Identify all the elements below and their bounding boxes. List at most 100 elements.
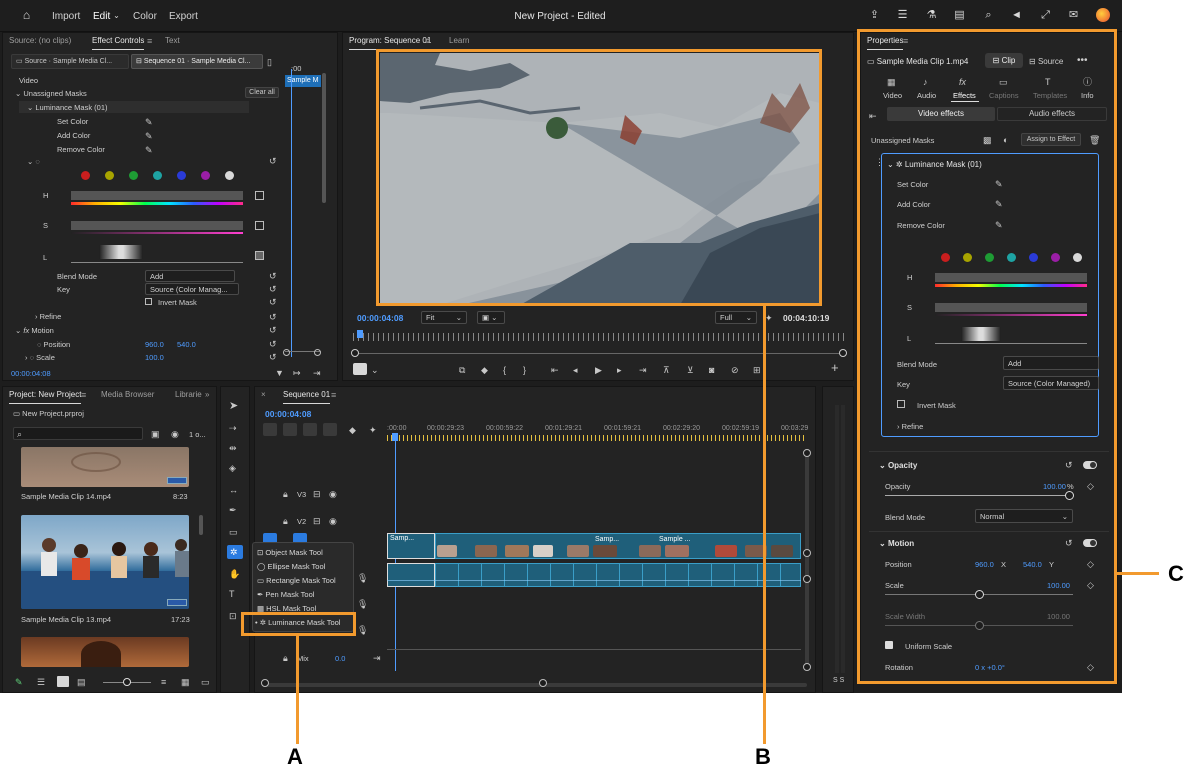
blend-mode-dropdown[interactable]: Add xyxy=(145,270,235,282)
selection-tool-icon[interactable]: ➤ xyxy=(229,401,238,412)
menu-icon[interactable]: ≡ xyxy=(147,33,152,49)
play-only-icon[interactable]: ↦ xyxy=(293,368,301,378)
tab-text[interactable]: Text xyxy=(165,33,180,49)
swatch-red[interactable] xyxy=(81,171,90,180)
swatch-green[interactable] xyxy=(129,171,138,180)
program-playhead[interactable] xyxy=(357,330,363,338)
timeline-ruler-ticks[interactable] xyxy=(387,435,805,441)
timeline-timecode[interactable]: 00:00:04:08 xyxy=(265,409,311,419)
lift-icon[interactable]: ⊼ xyxy=(663,365,670,375)
share-icon[interactable]: ⇪ xyxy=(868,9,881,22)
go-to-in-icon[interactable]: ⇤ xyxy=(551,365,559,375)
mark-in-icon[interactable]: { xyxy=(503,365,506,375)
linked-selection-button[interactable] xyxy=(283,423,297,436)
project-search-input[interactable]: ⌕ xyxy=(13,427,143,440)
reset-icon[interactable]: ↺ xyxy=(269,156,277,166)
menu-icon[interactable]: ≡ xyxy=(81,387,86,403)
timeline-playhead-head[interactable] xyxy=(392,433,398,441)
program-timecode[interactable]: 00:00:04:08 xyxy=(357,313,403,323)
eyedropper-plus-icon[interactable]: ✎ xyxy=(145,131,153,141)
s-checkbox[interactable] xyxy=(255,221,264,230)
scroll-knob-left[interactable] xyxy=(283,349,290,356)
hscroll-knob-left[interactable] xyxy=(261,679,269,687)
play-icon[interactable]: ▶ xyxy=(595,365,602,375)
settings-camera-icon[interactable] xyxy=(353,363,367,375)
clip-thumbnail-14[interactable] xyxy=(21,447,189,487)
position-x-value[interactable]: 960.0 xyxy=(145,340,164,349)
freeform-view-icon[interactable]: ▤ xyxy=(77,677,86,687)
add-button-icon[interactable]: + xyxy=(831,361,839,374)
l-range-shape[interactable] xyxy=(99,245,143,259)
vr-icon[interactable]: ⊞ xyxy=(753,365,761,375)
invert-mask-checkbox[interactable] xyxy=(145,298,152,305)
luminance-mask-row[interactable]: ⌄ Luminance Mask (01) xyxy=(27,103,108,112)
refine-row[interactable]: › Refine xyxy=(35,312,61,321)
menu-icon[interactable]: ≡ xyxy=(425,33,430,49)
filter-icon[interactable]: ▼ xyxy=(275,368,284,378)
step-forward-icon[interactable]: ▸ xyxy=(617,365,622,375)
timeline-horizontal-scrollbar[interactable] xyxy=(263,683,807,687)
hand-icon[interactable]: ✋ xyxy=(229,569,240,579)
eyedropper-minus-icon[interactable]: ✎ xyxy=(145,145,153,155)
chat-icon[interactable]: ▤ xyxy=(953,9,966,22)
tab-libraries[interactable]: Librarie xyxy=(175,387,202,403)
vscroll-knob[interactable] xyxy=(803,549,811,557)
project-scrollbar[interactable] xyxy=(199,515,203,535)
unassigned-masks-row[interactable]: ⌄ Unassigned Masks xyxy=(15,89,87,98)
sync-lock-icon[interactable]: ⊟ xyxy=(313,489,321,499)
clip-thumbnail-13[interactable] xyxy=(21,515,189,609)
sort-icon[interactable]: ≡ xyxy=(161,677,166,687)
flask-icon[interactable]: ⚗ xyxy=(925,9,938,22)
menu-object-mask-tool[interactable]: ⊡ Object Mask Tool xyxy=(257,548,323,557)
extract-icon[interactable]: ⊻ xyxy=(687,365,694,375)
audio-clip[interactable] xyxy=(387,563,435,587)
eyedropper-icon[interactable]: ✎ xyxy=(145,117,153,127)
step-back-icon[interactable]: ◂ xyxy=(573,365,578,375)
lock-icon[interactable]: 🔒︎ xyxy=(283,516,288,526)
safe-margins-dropdown[interactable]: ▣ ⌄ xyxy=(477,311,505,324)
reset-icon[interactable]: ↺ xyxy=(269,284,277,294)
marker-icon[interactable]: ◆ xyxy=(481,365,488,375)
chevron-down-icon[interactable]: ⌄ xyxy=(371,365,379,375)
zoom-knob-left[interactable] xyxy=(351,349,359,357)
search-icon[interactable]: ⌕ xyxy=(982,9,995,22)
avatar[interactable] xyxy=(1096,8,1110,22)
account-icon[interactable]: ◉ xyxy=(171,429,179,439)
automate-icon[interactable]: ▦ xyxy=(181,677,190,687)
zoom-knob-right[interactable] xyxy=(839,349,847,357)
fullscreen-icon[interactable]: ⤢ xyxy=(1039,9,1052,22)
reset-icon[interactable]: ↺ xyxy=(269,271,277,281)
speaker-icon[interactable]: ◄ xyxy=(1010,9,1023,22)
menu-import[interactable]: Import xyxy=(52,11,80,22)
h-checkbox[interactable] xyxy=(255,191,264,200)
add-marker-button[interactable] xyxy=(303,423,317,436)
mask-tool-button[interactable]: ✲ xyxy=(227,545,243,559)
go-to-out-icon[interactable]: ⇥ xyxy=(639,365,647,375)
lock-icon[interactable]: 🔒︎ xyxy=(283,489,288,499)
home-icon[interactable]: ⌂ xyxy=(20,9,33,22)
motion-row[interactable]: ⌄ fx Motion xyxy=(15,326,54,335)
effect-controls-timecode[interactable]: 00:00:04:08 xyxy=(11,369,51,378)
reset-icon[interactable]: ↺ xyxy=(269,312,277,322)
s-range[interactable] xyxy=(71,221,243,230)
more-tabs-icon[interactable]: » xyxy=(205,387,209,403)
ripple-edit-icon[interactable]: ⇹ xyxy=(229,443,237,453)
tab-effect-controls[interactable]: Effect Controls xyxy=(92,33,145,50)
icon-view-icon[interactable] xyxy=(57,676,69,687)
quality-dropdown[interactable]: Full ⌄ xyxy=(715,311,757,324)
tab-program[interactable]: Program: Sequence 01 xyxy=(349,33,432,50)
mic-icon[interactable]: 🎙︎ xyxy=(357,625,368,635)
hscroll-knob-right[interactable] xyxy=(539,679,547,687)
rectangle-icon[interactable]: ▭ xyxy=(229,527,238,537)
panel-toggle-icon[interactable]: ▯ xyxy=(267,57,272,67)
h-range[interactable] xyxy=(71,191,243,200)
pencil-icon[interactable]: ✎ xyxy=(15,677,23,687)
vertical-scrollbar[interactable] xyxy=(322,73,326,203)
export-frame-camera-icon[interactable]: ◙ xyxy=(709,365,714,375)
menu-ellipse-mask-tool[interactable]: ◯ Ellipse Mask Tool xyxy=(257,562,325,571)
export-frame-icon[interactable]: ⇥ xyxy=(313,368,321,378)
menu-edit[interactable]: Edit xyxy=(93,11,110,22)
mic-icon[interactable]: 🎙︎ xyxy=(357,573,368,583)
menu-icon[interactable]: ≡ xyxy=(331,387,336,403)
audio-clip-strip[interactable] xyxy=(435,563,801,587)
